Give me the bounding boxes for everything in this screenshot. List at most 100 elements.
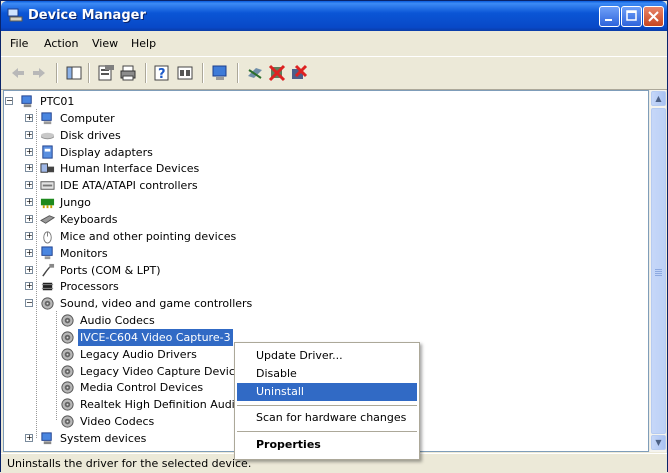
title-bar[interactable]: Device Manager	[1, 1, 667, 31]
uninstall-menu-item[interactable]: Uninstall	[237, 383, 417, 401]
speaker-icon	[41, 297, 54, 310]
expand-icon[interactable]: +	[25, 214, 33, 223]
expand-icon[interactable]: +	[25, 248, 33, 257]
tree-item-label: Computer	[60, 111, 115, 125]
computer-icon	[41, 112, 52, 124]
tree-item-label: Human Interface Devices	[60, 162, 200, 176]
tree-category[interactable]: + Monitors	[4, 245, 644, 262]
hid-icon	[40, 163, 55, 174]
scan-hardware-menu-item[interactable]: Scan for hardware changes	[237, 409, 417, 427]
processor-icon	[41, 283, 54, 291]
jungo-icon	[40, 198, 55, 209]
expand-icon[interactable]: +	[25, 164, 33, 173]
tree-category[interactable]: + Ports (COM & LPT)	[4, 262, 644, 279]
tree-item-label: Ports (COM & LPT)	[60, 263, 161, 277]
tree-category[interactable]: + IDE ATA/ATAPI controllers	[4, 177, 644, 194]
speaker-icon	[61, 348, 74, 361]
menu-file[interactable]: File	[10, 37, 28, 50]
chevron-down-icon: ▼	[655, 438, 662, 447]
tree-item-label: System devices	[60, 432, 147, 445]
tree-item-label: Media Control Devices	[80, 381, 204, 395]
tree-category[interactable]: + Processors	[4, 278, 644, 295]
properties-menu-item[interactable]: Properties	[237, 436, 417, 454]
tree-category[interactable]: + Keyboards	[4, 211, 644, 228]
toolbar-separator	[237, 63, 239, 83]
system-icon	[21, 95, 32, 108]
mouse-icon	[43, 231, 52, 244]
expand-icon[interactable]: +	[25, 147, 33, 156]
tree-item-label: Realtek High Definition Audic	[80, 398, 241, 412]
disable-device-icon[interactable]	[268, 64, 286, 82]
keyboard-icon	[40, 215, 55, 224]
scan-hardware-icon[interactable]	[246, 64, 264, 82]
expand-icon[interactable]: +	[25, 434, 33, 442]
chevron-up-icon: ▲	[655, 94, 662, 103]
scroll-up-button[interactable]: ▲	[651, 91, 666, 106]
thumb-grip	[655, 269, 662, 270]
show-hide-tree-icon[interactable]	[65, 64, 83, 82]
minimize-icon	[605, 19, 612, 21]
scroll-down-button[interactable]: ▼	[651, 435, 666, 450]
menu-view[interactable]: View	[92, 37, 118, 50]
expand-icon[interactable]: +	[25, 282, 33, 291]
back-arrow-icon[interactable]	[9, 64, 27, 82]
tree-item-label: Processors	[60, 280, 119, 294]
tree-category[interactable]: + Computer	[4, 110, 644, 127]
thumb-grip	[655, 275, 662, 276]
help-icon[interactable]: ?	[153, 64, 171, 82]
display-adapter-icon	[42, 145, 53, 159]
tree-category[interactable]: + Disk drives	[4, 127, 644, 144]
expand-icon[interactable]: +	[25, 130, 33, 139]
update-driver-menu-item[interactable]: Update Driver...	[237, 347, 417, 365]
computer-icon[interactable]	[211, 64, 229, 82]
vertical-scrollbar[interactable]: ▲ ▼	[649, 90, 666, 452]
toolbar: ?	[1, 57, 667, 90]
monitor-icon	[41, 246, 53, 259]
tree-category[interactable]: + Human Interface Devices	[4, 160, 644, 177]
collapse-icon[interactable]: −	[5, 97, 13, 105]
tree-item-label: Keyboards	[60, 212, 118, 226]
expand-icon[interactable]: +	[25, 231, 33, 240]
maximize-icon	[626, 10, 637, 21]
view-icon[interactable]	[176, 64, 194, 82]
port-icon	[42, 263, 55, 277]
tree-device[interactable]: Audio Codecs	[4, 312, 644, 329]
context-menu: Update Driver... Disable Uninstall Scan …	[234, 342, 420, 460]
expand-icon[interactable]: +	[25, 181, 33, 190]
tree-item-label: Audio Codecs	[80, 314, 155, 328]
toolbar-separator	[88, 63, 90, 83]
ide-controller-icon	[40, 181, 55, 190]
expand-icon[interactable]: +	[25, 198, 33, 207]
disk-drive-icon	[40, 132, 55, 139]
minimize-button[interactable]	[599, 6, 620, 27]
tree-item-label: PTC01	[40, 95, 75, 108]
toolbar-separator	[145, 63, 147, 83]
maximize-button[interactable]	[621, 6, 642, 27]
tree-category[interactable]: + Display adapters	[4, 144, 644, 161]
window-title: Device Manager	[28, 8, 146, 23]
speaker-icon	[61, 398, 74, 411]
scroll-thumb[interactable]	[651, 108, 666, 434]
disable-menu-item[interactable]: Disable	[237, 365, 417, 383]
menu-bar: File Action View Help	[1, 31, 667, 57]
close-button[interactable]	[643, 6, 664, 27]
forward-arrow-icon[interactable]	[30, 64, 48, 82]
thumb-grip	[655, 273, 662, 274]
speaker-icon	[61, 365, 74, 378]
device-manager-window: Device Manager File Action View Help ? −…	[0, 0, 668, 473]
tree-category[interactable]: + Mice and other pointing devices	[4, 228, 644, 245]
print-icon[interactable]	[119, 64, 137, 82]
uninstall-device-icon[interactable]	[290, 64, 308, 82]
expand-icon[interactable]: +	[25, 113, 33, 122]
menu-help[interactable]: Help	[131, 37, 156, 50]
properties-icon[interactable]	[97, 64, 115, 82]
collapse-icon[interactable]: −	[25, 299, 33, 308]
tree-category[interactable]: + Jungo	[4, 194, 644, 211]
speaker-icon	[61, 331, 74, 344]
speaker-icon	[61, 381, 74, 395]
menu-action[interactable]: Action	[44, 37, 78, 50]
tree-category[interactable]: − Sound, video and game controllers	[4, 295, 644, 312]
expand-icon[interactable]: +	[25, 265, 33, 274]
tree-root[interactable]: − PTC01	[4, 93, 644, 110]
close-icon	[648, 11, 659, 22]
